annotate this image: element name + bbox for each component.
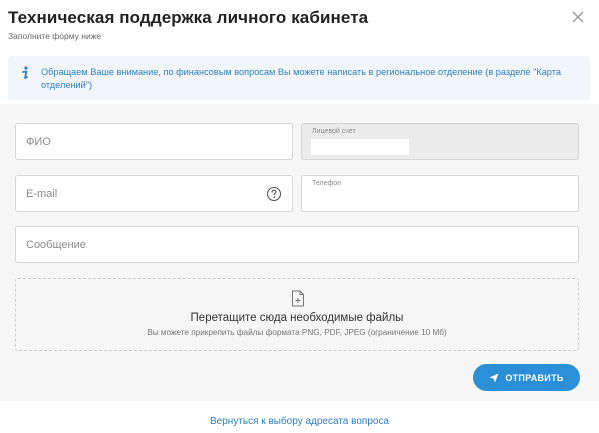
account-field: Лицевой счет <box>301 123 579 160</box>
support-modal: Техническая поддержка личного кабинета З… <box>0 0 599 433</box>
info-notice: Обращаем Ваше внимание, по финансовым во… <box>8 56 590 100</box>
email-field[interactable] <box>15 175 293 212</box>
fio-input[interactable] <box>16 124 292 159</box>
file-plus-icon <box>292 290 304 307</box>
modal-header: Техническая поддержка личного кабинета З… <box>8 8 589 44</box>
close-button[interactable] <box>569 8 587 26</box>
message-field[interactable] <box>15 226 579 263</box>
modal-title: Техническая поддержка личного кабинета <box>8 8 369 27</box>
phone-field[interactable]: Телефон <box>301 175 579 212</box>
back-to-recipient-link[interactable]: Вернуться к выбору адресата вопроса <box>0 416 599 427</box>
account-value-redacted <box>311 139 409 155</box>
phone-value-redacted <box>311 191 451 207</box>
submit-label: ОТПРАВИТЬ <box>505 372 564 383</box>
fio-field[interactable] <box>15 123 293 160</box>
submit-button[interactable]: ОТПРАВИТЬ <box>473 364 580 391</box>
question-circle-icon[interactable] <box>266 186 282 202</box>
paper-plane-icon <box>489 373 499 382</box>
modal-subtitle: Заполните форму ниже <box>8 31 102 41</box>
phone-label: Телефон <box>312 180 342 187</box>
close-icon <box>572 11 584 23</box>
notice-text: Обращаем Ваше внимание, по финансовым во… <box>41 67 561 90</box>
info-icon <box>22 66 28 79</box>
dropzone-hint: Вы можете прикрепить файлы формата PNG, … <box>147 328 447 337</box>
account-label: Лицевой счет <box>312 128 356 135</box>
message-input[interactable] <box>16 227 578 262</box>
dropzone-title: Перетащите сюда необходимые файлы <box>190 312 404 324</box>
email-input[interactable] <box>16 176 292 211</box>
file-dropzone[interactable]: Перетащите сюда необходимые файлы Вы мож… <box>15 278 579 351</box>
